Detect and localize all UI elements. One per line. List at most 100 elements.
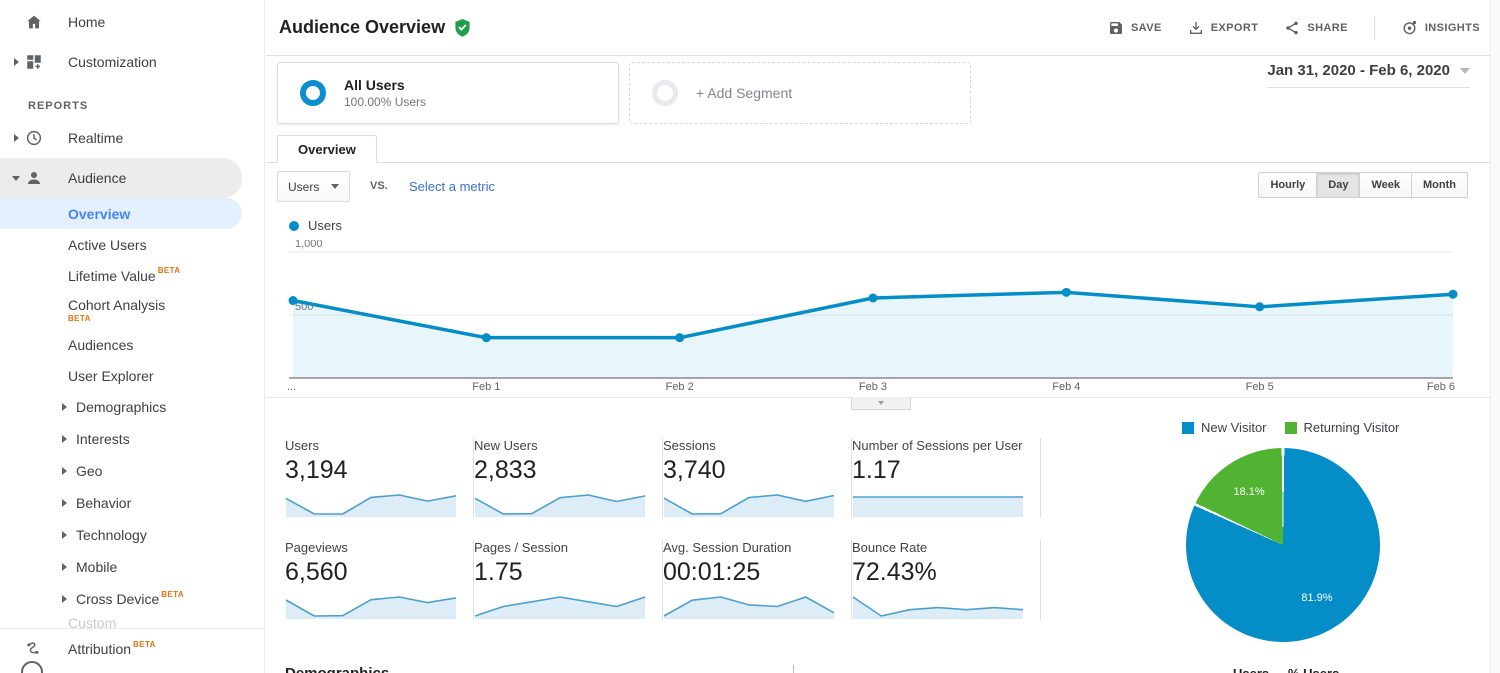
sidebar-item-behavior[interactable]: Behavior	[0, 487, 264, 519]
sidebar-item-label: Attribution	[68, 641, 131, 657]
pie-legend-item-returning-visitor[interactable]: Returning Visitor	[1285, 420, 1400, 435]
pie-legend: New Visitor Returning Visitor	[1182, 420, 1399, 435]
users-line-chart[interactable]: 5001,000...Feb 1Feb 2Feb 3Feb 4Feb 5Feb …	[277, 240, 1467, 405]
tab-overview[interactable]: Overview	[277, 135, 377, 163]
add-segment-button[interactable]: + Add Segment	[629, 62, 971, 124]
sidebar-item-label: Behavior	[76, 495, 131, 511]
export-button[interactable]: EXPORT	[1188, 20, 1259, 36]
sidebar-item-customization[interactable]: Customization	[0, 42, 264, 82]
chevron-right-icon[interactable]	[62, 403, 67, 411]
sidebar-item-active-users[interactable]: Active Users	[0, 229, 264, 260]
report-header: Audience Overview SAVEEXPORTSHAREINSIGHT…	[266, 0, 1500, 56]
pie-legend-item-new-visitor[interactable]: New Visitor	[1182, 420, 1267, 435]
share-button[interactable]: SHARE	[1284, 20, 1348, 36]
chevron-right-icon[interactable]	[62, 531, 67, 539]
sidebar-item-overview[interactable]: Overview	[0, 198, 242, 229]
chevron-right-icon[interactable]	[62, 595, 67, 603]
sidebar-item-label: Technology	[76, 527, 147, 543]
sidebar-item-label: Geo	[76, 463, 102, 479]
chevron-down-icon	[1460, 68, 1470, 74]
legend-swatch-icon	[1285, 422, 1297, 434]
sidebar-item-mobile[interactable]: Mobile	[0, 551, 264, 583]
metric-card-pageviews[interactable]: Pageviews6,560	[285, 540, 474, 620]
vs-label: vs.	[370, 180, 388, 192]
segment-all-users[interactable]: All Users 100.00% Users	[277, 62, 619, 124]
chevron-right-icon[interactable]	[62, 467, 67, 475]
scrollbar[interactable]	[1490, 0, 1500, 673]
sidebar-item-lifetime-value[interactable]: Lifetime ValueBETA	[0, 260, 264, 291]
sidebar-item-cutoff: Custom	[0, 615, 264, 628]
sidebar-item-demographics[interactable]: Demographics	[0, 391, 264, 423]
metric-value: 2,833	[474, 456, 650, 485]
sidebar-item-label: Customization	[68, 54, 157, 70]
date-range-picker[interactable]: Jan 31, 2020 - Feb 6, 2020	[1267, 62, 1470, 88]
metric-card-sessions[interactable]: Sessions3,740	[663, 438, 852, 518]
metric-card-pages-session[interactable]: Pages / Session1.75	[474, 540, 663, 620]
visitor-pie-chart[interactable]: 81.9% 18.1%	[1186, 448, 1380, 642]
metric-card-avg-session-duration[interactable]: Avg. Session Duration00:01:25	[663, 540, 852, 620]
metric-card-number-of-sessions-per-user[interactable]: Number of Sessions per User 1.17	[852, 438, 1041, 518]
sidebar-item-cross-device[interactable]: Cross DeviceBETA	[0, 583, 264, 615]
percent-users-column-heading-cutoff: % Users	[1288, 666, 1339, 673]
chevron-right-icon[interactable]	[62, 499, 67, 507]
save-icon	[1108, 20, 1124, 36]
metric-value: 1.75	[474, 558, 650, 587]
metric-card-users[interactable]: Users3,194	[285, 438, 474, 518]
annotations-expander[interactable]	[851, 397, 911, 410]
chevron-right-icon[interactable]	[14, 58, 19, 66]
metric-label: Bounce Rate	[852, 540, 1028, 555]
metric-value: 3,740	[663, 456, 839, 485]
metric-label: Number of Sessions per User	[852, 438, 1028, 453]
pie-slice-label: 81.9%	[1301, 592, 1332, 604]
sidebar-item-label: Realtime	[68, 130, 123, 146]
save-button[interactable]: SAVE	[1108, 20, 1162, 36]
sidebar-item-label: Home	[68, 14, 105, 30]
pie-slice-label: 18.1%	[1233, 486, 1264, 498]
sidebar-item-audiences[interactable]: Audiences	[0, 329, 264, 360]
header-actions-divider	[1374, 17, 1375, 39]
granularity-button-group: HourlyDayWeekMonth	[1258, 172, 1468, 198]
realtime-clock-icon	[24, 128, 44, 148]
metric-value: 00:01:25	[663, 558, 839, 587]
sidebar-item-geo[interactable]: Geo	[0, 455, 264, 487]
metric-card-new-users[interactable]: New Users 2,833	[474, 438, 663, 518]
tab-bar: Overview	[266, 134, 1500, 163]
chevron-right-icon[interactable]	[14, 134, 19, 142]
header-actions: SAVE EXPORT SHARE INSIGHTS	[1108, 0, 1480, 55]
add-segment-label: + Add Segment	[696, 85, 792, 101]
svg-text:Feb 4: Feb 4	[1052, 381, 1080, 393]
granularity-hourly-button[interactable]: Hourly	[1258, 172, 1317, 198]
beta-badge: BETA	[68, 314, 264, 323]
metric-value: 1.17	[852, 456, 1028, 485]
sidebar-item-user-explorer[interactable]: User Explorer	[0, 360, 264, 391]
chevron-down-icon[interactable]	[12, 176, 20, 181]
action-label: EXPORT	[1211, 22, 1259, 34]
metric-select-dropdown[interactable]: Users	[277, 171, 350, 202]
sidebar-item-home[interactable]: Home	[0, 2, 264, 42]
metric-sparkline	[474, 489, 646, 519]
audience-person-icon	[24, 168, 44, 188]
demographics-heading-cutoff: Demographics	[285, 665, 389, 673]
sidebar-item-interests[interactable]: Interests	[0, 423, 264, 455]
insights-button[interactable]: INSIGHTS	[1401, 19, 1480, 36]
users-column-heading-cutoff: Users	[1233, 666, 1269, 673]
date-range-text: Jan 31, 2020 - Feb 6, 2020	[1267, 62, 1450, 79]
sidebar-item-audience[interactable]: Audience	[0, 158, 242, 198]
select-a-metric-link[interactable]: Select a metric	[409, 179, 495, 194]
granularity-day-button[interactable]: Day	[1317, 172, 1360, 198]
beta-badge: BETA	[133, 640, 156, 649]
svg-text:Feb 1: Feb 1	[472, 381, 500, 393]
metric-label: New Users	[474, 438, 650, 453]
insights-icon	[1401, 19, 1418, 36]
sidebar-item-realtime[interactable]: Realtime	[0, 118, 264, 158]
sidebar-item-technology[interactable]: Technology	[0, 519, 264, 551]
granularity-month-button[interactable]: Month	[1412, 172, 1468, 198]
sidebar-item-cohort-analysis[interactable]: Cohort AnalysisBETA	[0, 291, 264, 329]
metric-sparkline	[663, 489, 835, 519]
metric-sparkline	[285, 591, 457, 621]
chevron-right-icon[interactable]	[62, 435, 67, 443]
granularity-week-button[interactable]: Week	[1360, 172, 1412, 198]
sidebar-item-attribution[interactable]: AttributionBETA	[0, 629, 264, 669]
metric-card-bounce-rate[interactable]: Bounce Rate72.43%	[852, 540, 1041, 620]
chevron-right-icon[interactable]	[62, 563, 67, 571]
